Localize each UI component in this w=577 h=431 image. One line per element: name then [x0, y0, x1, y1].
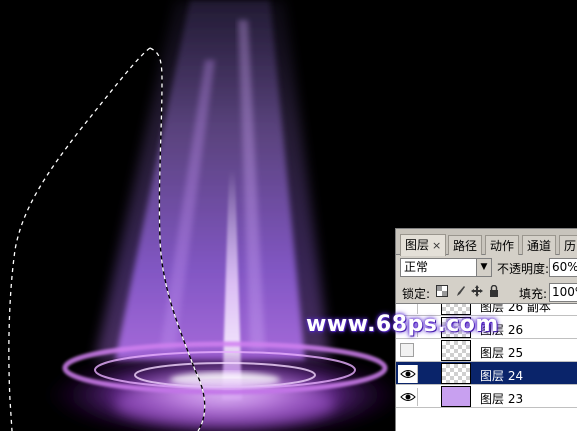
- tab-history[interactable]: 历: [559, 235, 577, 255]
- tab-channels[interactable]: 通道: [522, 235, 557, 255]
- watermark: www.68ps.com: [306, 312, 499, 337]
- tab-paths[interactable]: 路径: [448, 235, 483, 255]
- layer-row[interactable]: 图层 23: [396, 385, 577, 408]
- layer-thumbnail: [441, 363, 471, 384]
- eye-icon: [400, 393, 416, 401]
- lock-paint-icon[interactable]: [454, 285, 466, 297]
- tab-label: 路径: [453, 239, 478, 253]
- layer-thumbnail: [441, 386, 471, 407]
- opacity-input[interactable]: 60%: [549, 258, 577, 277]
- visibility-toggle[interactable]: [400, 343, 414, 357]
- close-icon[interactable]: ×: [432, 239, 441, 252]
- lock-move-icon[interactable]: [471, 285, 483, 297]
- layer-thumbnail: [441, 340, 471, 361]
- tab-layers[interactable]: 图层 ×: [400, 234, 447, 256]
- tab-label: 通道: [527, 239, 552, 253]
- fill-input[interactable]: 100%: [549, 283, 577, 302]
- dropdown-arrow-icon[interactable]: ▼: [476, 259, 491, 276]
- lock-row: 锁定: 填充: 100%: [396, 281, 577, 303]
- layer-row[interactable]: 图层 25: [396, 339, 577, 362]
- lock-transparent-icon[interactable]: [436, 285, 448, 297]
- layer-row-selected[interactable]: 图层 24: [396, 362, 577, 385]
- layer-name: 图层 25: [480, 346, 524, 360]
- layer-name: 图层 24: [480, 369, 524, 383]
- blend-row: 正常 ▼ 不透明度: 60%: [396, 255, 577, 279]
- blend-mode-select[interactable]: 正常 ▼: [400, 258, 492, 277]
- blend-mode-value: 正常: [404, 260, 429, 274]
- opacity-label: 不透明度:: [497, 262, 550, 276]
- lock-all-icon[interactable]: [488, 285, 500, 297]
- lock-label: 锁定:: [402, 287, 431, 301]
- tab-label: 图层: [405, 238, 430, 252]
- eye-icon: [400, 370, 416, 378]
- tab-actions[interactable]: 动作: [485, 235, 520, 255]
- panel-tabs: 图层 × 路径 动作 通道 历: [396, 229, 577, 256]
- fill-label: 填充:: [519, 287, 548, 301]
- visibility-toggle[interactable]: [398, 365, 418, 383]
- tab-label: 动作: [490, 239, 515, 253]
- visibility-toggle[interactable]: [398, 388, 418, 406]
- layer-name: 图层 23: [480, 392, 524, 406]
- tab-label: 历: [564, 239, 577, 253]
